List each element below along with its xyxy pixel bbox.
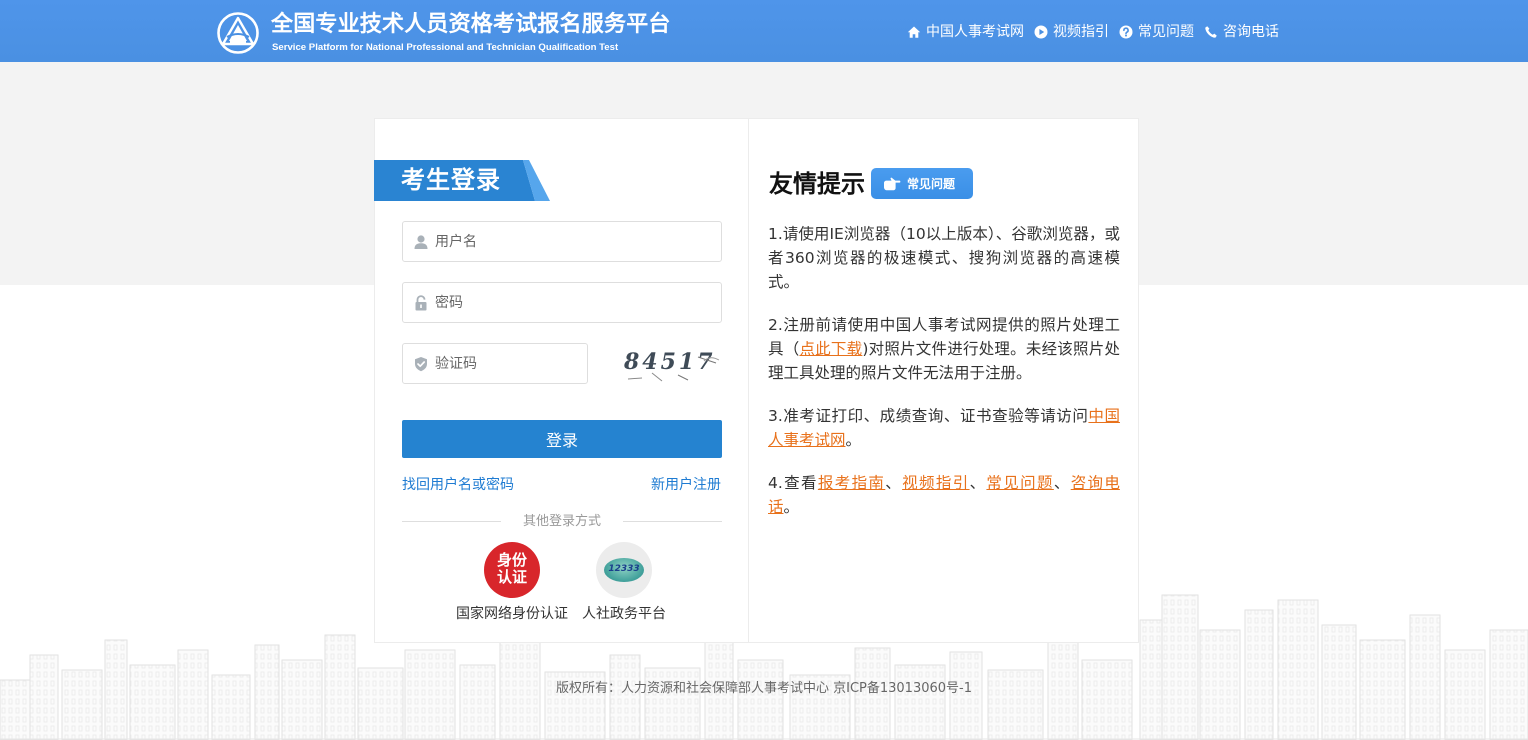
pointing-hand-icon — [884, 177, 901, 190]
national-id-auth-label[interactable]: 国家网络身份认证 — [452, 605, 572, 623]
password-field — [402, 282, 722, 323]
login-button[interactable]: 登录 — [402, 420, 722, 458]
nav-item-video-guide[interactable]: 视频指引 — [1034, 23, 1109, 41]
play-icon — [1034, 25, 1048, 39]
site-title: 全国专业技术人员资格考试报名服务平台 — [271, 12, 671, 37]
username-input[interactable] — [403, 222, 721, 261]
register-link[interactable]: 新用户注册 — [651, 476, 721, 494]
home-icon — [907, 26, 921, 38]
faq-button-label: 常见问题 — [907, 176, 956, 191]
hrss-12333-logo: 12333 — [604, 558, 644, 582]
building — [644, 667, 701, 740]
forgot-credentials-link[interactable]: 找回用户名或密码 — [402, 476, 514, 494]
divider-line-left — [402, 521, 501, 522]
building — [894, 664, 946, 740]
tip-item: 3.准考证打印、成绩查询、证书查验等请访问中国人事考试网。 — [768, 407, 1120, 449]
video-guide-link[interactable]: 视频指引 — [902, 474, 969, 492]
tip-item: 4.查看报考指南、视频指引、常见问题、咨询电话。 — [768, 474, 1120, 516]
hrss-platform-label[interactable]: 人社政务平台 — [578, 605, 670, 623]
nav-item-faq[interactable]: 常见问题 — [1119, 23, 1194, 41]
site-subtitle: Service Platform for National Profession… — [272, 42, 619, 53]
question-icon — [1119, 25, 1133, 39]
exam-guide-link[interactable]: 报考指南 — [818, 474, 885, 492]
top-header-bar: 全国专业技术人员资格考试报名服务平台 Service Platform for … — [0, 0, 1528, 62]
footer-copyright: 版权所有：人力资源和社会保障部人事考试中心 京ICP备13013060号-1 — [555, 681, 972, 696]
phone-icon — [1205, 26, 1217, 38]
national-id-auth-logo-text: 身份 认证 — [496, 551, 527, 586]
captcha-field — [402, 343, 588, 384]
building — [609, 654, 641, 740]
building — [1081, 659, 1133, 740]
tip-item: 1.请使用IE浏览器（10以上版本）、谷歌浏览器，或者360浏览器的极速模式、搜… — [768, 225, 1120, 291]
captcha-input[interactable] — [403, 344, 587, 383]
nav-item-cpta-site[interactable]: 中国人事考试网 — [907, 23, 1024, 41]
top-nav: 中国人事考试网 视频指引 常见问题 咨询电话 — [907, 23, 1279, 41]
building — [1409, 614, 1441, 740]
other-login-methods-label: 其他登录方式 — [522, 514, 601, 529]
building — [1244, 609, 1274, 740]
building — [281, 659, 323, 740]
password-input[interactable] — [403, 283, 721, 322]
captcha-noise — [627, 356, 720, 382]
tips-title: 友情提示 — [769, 170, 865, 198]
nav-item-hotline[interactable]: 咨询电话 — [1204, 23, 1279, 41]
nav-item-label: 视频指引 — [1053, 24, 1109, 40]
building — [29, 654, 59, 740]
pta-triangle-logo-icon — [217, 12, 259, 54]
nav-item-label: 中国人事考试网 — [926, 24, 1024, 40]
national-id-auth-icon[interactable]: 身份 认证 — [484, 542, 540, 598]
photo-tool-download-link[interactable]: 点此下载 — [799, 340, 862, 358]
building — [737, 659, 784, 740]
login-title: 考生登录 — [401, 166, 501, 194]
divider-line-right — [623, 521, 722, 522]
username-field — [402, 221, 722, 262]
tip-item: 2.注册前请使用中国人事考试网提供的照片处理工具（点此下载)对照片文件进行处理。… — [768, 316, 1120, 382]
building — [129, 664, 176, 740]
building — [459, 664, 496, 740]
building — [1277, 599, 1319, 740]
nav-item-label: 咨询电话 — [1223, 24, 1279, 40]
faq-link[interactable]: 常见问题 — [986, 474, 1053, 492]
building — [1161, 594, 1199, 740]
tips-list: 1.请使用IE浏览器（10以上版本）、谷歌浏览器，或者360浏览器的极速模式、搜… — [768, 222, 1120, 538]
faq-button[interactable]: 常见问题 — [871, 168, 973, 199]
hrss-platform-icon[interactable]: 12333 — [596, 542, 652, 598]
card-divider — [748, 119, 749, 642]
nav-item-label: 常见问题 — [1138, 24, 1194, 40]
building — [357, 667, 404, 740]
captcha-image[interactable]: 84517 — [618, 343, 721, 384]
